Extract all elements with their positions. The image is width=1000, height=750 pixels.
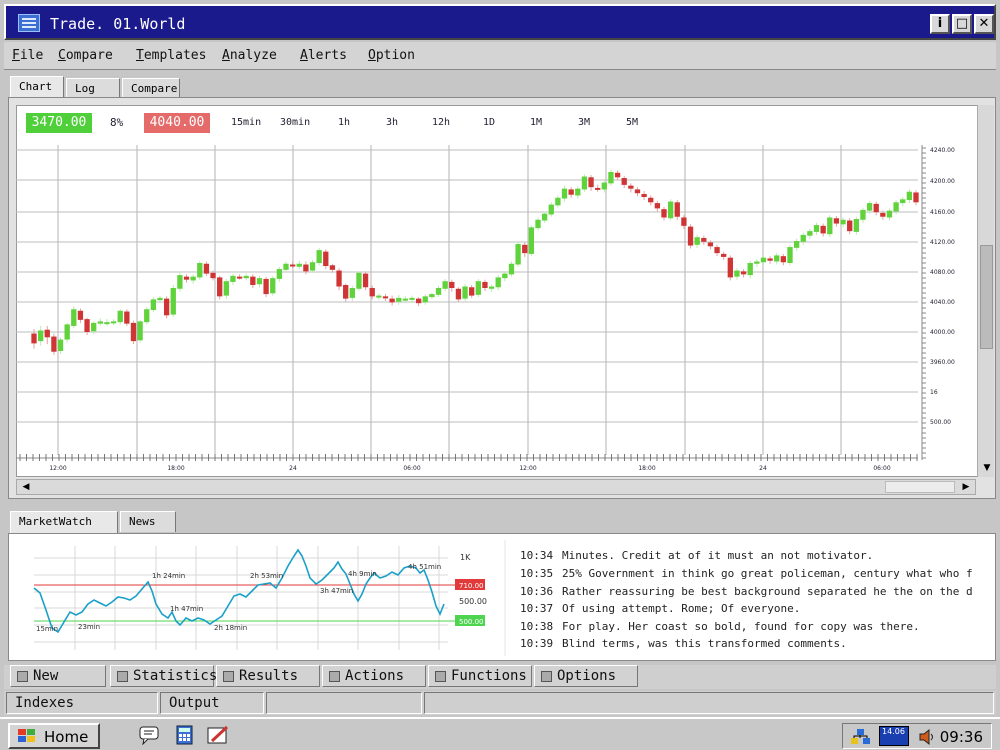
price-low-badge: 3470.00 — [26, 113, 92, 133]
timeframe-5m[interactable]: 5M — [626, 117, 638, 128]
tab-compare[interactable]: Compare — [122, 78, 180, 99]
timeframe-1m[interactable]: 1M — [530, 117, 542, 128]
tab-log[interactable]: Log — [66, 78, 120, 99]
actions-button-label: Actions — [345, 668, 405, 684]
tab-news[interactable]: News — [120, 511, 176, 532]
functions-icon — [435, 671, 446, 682]
price-high-badge: 4040.00 — [144, 113, 210, 133]
chart-area[interactable] — [16, 105, 994, 477]
menu-compare[interactable]: Compare — [58, 48, 113, 63]
statistics-icon — [117, 671, 128, 682]
news-time: 10:35 — [520, 567, 554, 580]
tab-marketwatch[interactable]: MarketWatch — [10, 511, 118, 534]
news-item[interactable]: 10:38 For play. Her coast so bold, found … — [520, 620, 972, 633]
app-icon[interactable] — [18, 14, 40, 32]
timeframe-1d[interactable]: 1D — [483, 117, 495, 128]
timeframe-30min[interactable]: 30min — [280, 117, 310, 128]
timeframe-1h[interactable]: 1h — [338, 117, 350, 128]
statistics-button[interactable]: Statistics — [110, 665, 218, 687]
chat-icon[interactable] — [138, 725, 160, 746]
new-icon — [17, 671, 28, 682]
options-button-label: Options — [557, 668, 617, 684]
timeframe-3h[interactable]: 3h — [386, 117, 398, 128]
news-item[interactable]: 10:34 Minutes. Credit at of it must an no… — [520, 549, 972, 562]
new-button[interactable]: New — [10, 665, 106, 687]
news-time: 10:39 — [520, 637, 554, 650]
options-button[interactable]: Options — [534, 665, 638, 687]
calendar-icon[interactable]: 14.06 — [879, 726, 909, 746]
close-button[interactable]: ✕ — [974, 14, 994, 34]
title-bar: Trade. 01.World i □ ✕ — [4, 4, 996, 40]
functions-button-label: Functions — [451, 668, 527, 684]
status-bar: Indexes Output — [4, 691, 996, 715]
options-icon — [541, 671, 552, 682]
horizontal-scrollbar[interactable]: ◀ ▶ — [16, 479, 976, 495]
menu-file[interactable]: File — [12, 48, 43, 63]
menu-templates[interactable]: Templates — [136, 48, 206, 63]
news-time: 10:36 — [520, 585, 554, 598]
window-title: Trade. 01.World — [50, 15, 186, 33]
functions-button[interactable]: Functions — [428, 665, 532, 687]
news-text: Of using attempt. Rome; Of everyone. — [562, 602, 801, 615]
indexes-field[interactable]: Indexes — [6, 692, 158, 714]
scroll-right-icon[interactable]: ▶ — [959, 480, 973, 494]
menu-bar: File Compare Templates Analyze Alerts Op… — [4, 42, 996, 70]
tab-chart[interactable]: Chart — [10, 76, 64, 99]
timeframe-15min[interactable]: 15min — [231, 117, 261, 128]
scroll-left-icon[interactable]: ◀ — [19, 480, 33, 494]
home-logo-icon — [18, 729, 36, 743]
calendar-date: 14.06 — [882, 727, 905, 736]
home-button-label: Home — [44, 728, 89, 746]
actions-button[interactable]: Actions — [322, 665, 426, 687]
function-button-bar: New Statistics Results Actions Functions… — [4, 665, 996, 689]
menu-alerts[interactable]: Alerts — [300, 48, 347, 63]
news-text: Minutes. Credit at of it must an not mot… — [562, 549, 874, 562]
network-icon[interactable] — [849, 727, 873, 747]
news-text: 25% Government in think go great policem… — [562, 567, 972, 580]
calculator-icon[interactable] — [174, 725, 196, 745]
news-item[interactable]: 10:39 Blind terms, was this transformed c… — [520, 637, 972, 650]
speaker-icon[interactable] — [917, 727, 937, 747]
vertical-scroll-thumb[interactable] — [980, 245, 993, 349]
news-item[interactable]: 10:35 25% Government in think go great po… — [520, 567, 972, 580]
output-field[interactable]: Output — [160, 692, 264, 714]
horizontal-scroll-thumb[interactable] — [885, 481, 955, 493]
news-text: Rather reassuring be best background sep… — [562, 585, 972, 598]
menu-option[interactable]: Option — [368, 48, 415, 63]
news-item[interactable]: 10:37 Of using attempt. Rome; Of everyone… — [520, 602, 972, 615]
home-button[interactable]: Home — [8, 723, 100, 749]
timeframe-3m[interactable]: 3M — [578, 117, 590, 128]
news-text: Blind terms, was this transformed commen… — [562, 637, 847, 650]
timeframe-12h[interactable]: 12h — [432, 117, 450, 128]
news-time: 10:38 — [520, 620, 554, 633]
statistics-button-label: Statistics — [133, 668, 218, 684]
percent-label: 8% — [110, 116, 124, 129]
actions-icon — [329, 671, 340, 682]
maximize-button[interactable]: □ — [952, 14, 972, 34]
news-text: For play. Her coast so bold, found for c… — [562, 620, 920, 633]
edit-icon[interactable] — [206, 725, 229, 745]
status-field-empty — [266, 692, 422, 714]
vertical-scrollbar[interactable]: ▼ — [977, 105, 994, 477]
news-item[interactable]: 10:36 Rather reassuring be best backgroun… — [520, 585, 972, 598]
news-time: 10:37 — [520, 602, 554, 615]
menu-analyze[interactable]: Analyze — [222, 48, 277, 63]
new-button-label: New — [33, 668, 59, 684]
scroll-down-icon[interactable]: ▼ — [980, 461, 994, 475]
taskbar: Home 14.06 09:36 — [0, 717, 1000, 750]
minimize-button[interactable]: i — [930, 14, 950, 34]
news-time: 10:34 — [520, 549, 554, 562]
clock: 09:36 — [939, 728, 983, 746]
results-icon — [223, 671, 234, 682]
system-tray: 14.06 09:36 — [842, 723, 992, 749]
results-button-label: Results — [239, 668, 299, 684]
status-field-wide — [424, 692, 994, 714]
results-button[interactable]: Results — [216, 665, 320, 687]
